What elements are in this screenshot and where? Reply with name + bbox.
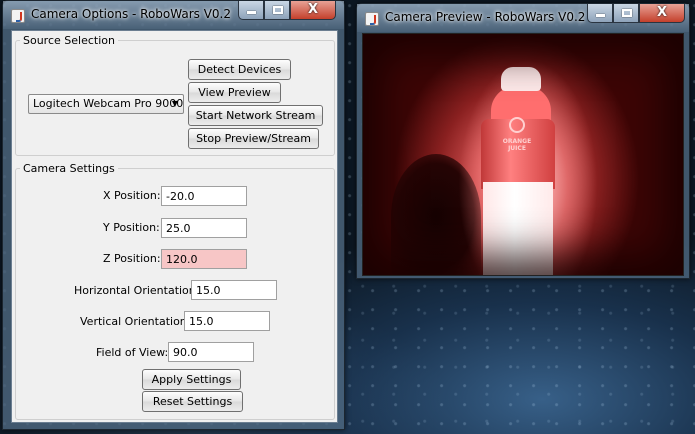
y-position-field[interactable]	[161, 218, 247, 238]
minimize-button[interactable]	[587, 4, 613, 23]
java-app-icon[interactable]	[365, 12, 379, 26]
camera-settings-legend: Camera Settings	[23, 162, 115, 175]
java-app-icon[interactable]	[11, 9, 25, 23]
maximize-button[interactable]	[613, 4, 639, 23]
minimize-button[interactable]	[238, 1, 264, 20]
view-preview-button[interactable]: View Preview	[188, 82, 281, 103]
camera-options-window: Camera Options - RoboWars V0.2 X Source …	[2, 0, 345, 430]
camera-feed: ORANGE JUICE	[362, 33, 684, 276]
minimize-icon	[247, 11, 256, 14]
z-position-field[interactable]	[161, 249, 247, 269]
x-position-field[interactable]	[161, 186, 247, 206]
reset-settings-button[interactable]: Reset Settings	[142, 391, 243, 412]
field-of-view-field[interactable]	[168, 342, 254, 362]
device-dropdown[interactable]: Logitech Webcam Pro 9000 ▼	[28, 94, 184, 114]
dropdown-arrow-icon: ▼	[171, 99, 178, 108]
sun-logo-icon	[509, 117, 525, 133]
close-button[interactable]: X	[290, 1, 336, 20]
maximize-icon	[622, 9, 632, 17]
horizontal-orientation-field[interactable]	[191, 280, 277, 300]
source-selection-legend: Source Selection	[23, 34, 115, 47]
close-button[interactable]: X	[639, 4, 685, 23]
maximize-icon	[273, 6, 283, 14]
close-icon: X	[307, 2, 319, 17]
close-icon: X	[656, 5, 668, 20]
window-title: Camera Preview - RoboWars V0.2	[385, 10, 586, 24]
detect-devices-button[interactable]: Detect Devices	[188, 59, 291, 80]
field-of-view-label: Field of View:	[96, 346, 169, 359]
minimize-icon	[596, 14, 605, 17]
device-selected-value: Logitech Webcam Pro 9000	[33, 97, 184, 110]
options-client-area: Source Selection Logitech Webcam Pro 900…	[11, 30, 338, 423]
z-position-label: Z Position:	[103, 252, 161, 265]
bottle-label: ORANGE JUICE	[502, 138, 532, 152]
feed-bottle-cap	[501, 67, 541, 91]
vertical-orientation-field[interactable]	[184, 311, 270, 331]
maximize-button[interactable]	[264, 1, 290, 20]
horizontal-orientation-label: Horizontal Orientation:	[74, 284, 200, 297]
y-position-label: Y Position:	[103, 221, 160, 234]
vertical-orientation-label: Vertical Orientation:	[80, 315, 191, 328]
window-title: Camera Options - RoboWars V0.2	[31, 7, 232, 21]
feed-bottle-lit-base	[483, 182, 553, 275]
x-position-label: X Position:	[103, 189, 161, 202]
camera-preview-window: Camera Preview - RoboWars V0.2 X ORANGE …	[356, 3, 690, 279]
start-network-stream-button[interactable]: Start Network Stream	[188, 105, 323, 126]
apply-settings-button[interactable]: Apply Settings	[142, 369, 241, 390]
stop-preview-stream-button[interactable]: Stop Preview/Stream	[188, 128, 319, 149]
